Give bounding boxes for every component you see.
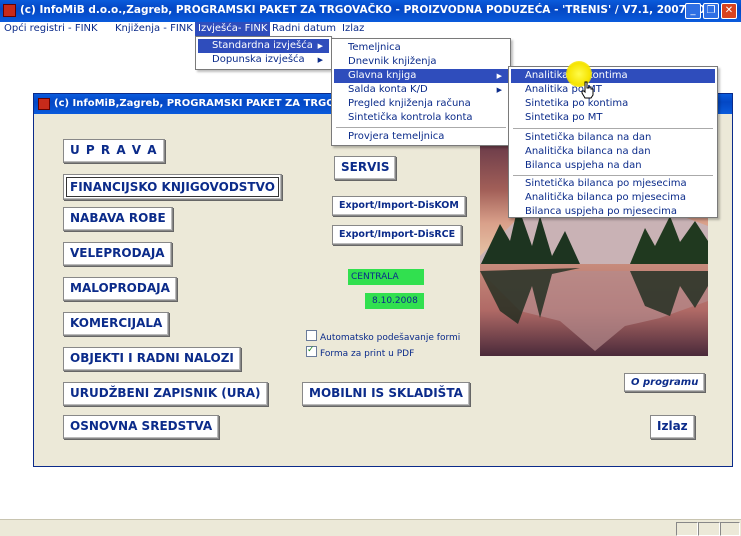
menu-separator [336, 127, 506, 128]
hand-cursor-icon [581, 81, 594, 99]
menuitem-bilanca-uspjeha-na-dan[interactable]: Bilanca uspjeha na dan [511, 159, 715, 173]
forma-pdf-label: Forma za print u PDF [320, 349, 415, 359]
menuitem-salda-konta[interactable]: Salda konta K/D ▶ [334, 83, 508, 97]
menuitem-label: Salda konta K/D [348, 84, 428, 95]
restore-icon[interactable]: ❐ [703, 3, 719, 19]
export-import-disrce-button[interactable]: Export/Import-DisRCE [332, 225, 463, 245]
datum-field: 8.10.2008 [365, 293, 424, 309]
menu-separator [513, 175, 713, 176]
uprava-button[interactable]: U P R A V A [63, 139, 165, 163]
centrala-field: CENTRALA [348, 269, 424, 285]
financijsko-knjigovodstvo-button[interactable]: FINANCIJSKO KNJIGOVODSTVO [63, 174, 282, 200]
app-icon [3, 4, 16, 17]
menuitem-sintetika-po-kontima[interactable]: Sintetika po kontima [511, 97, 715, 111]
forma-pdf-checkbox[interactable]: Forma za print u PDF [306, 344, 415, 360]
menuitem-sintetika-po-mt[interactable]: Sintetika po MT [511, 111, 715, 125]
izlaz-button[interactable]: Izlaz [650, 415, 695, 439]
menu-glavna-knjiga-dropdown: Analitika po kontima Analitika po MT Sin… [508, 66, 718, 218]
menu-izvjesca-dropdown: Standardna izvješća ▶ Dopunska izvješća ▶ [195, 36, 332, 70]
menuitem-temeljnica[interactable]: Temeljnica [334, 41, 508, 55]
checkbox-box-checked[interactable] [306, 344, 317, 357]
menu-separator [513, 128, 713, 129]
menuitem-dnevnik-knjizenja[interactable]: Dnevnik knjiženja [334, 55, 508, 69]
maloprodaja-button[interactable]: MALOPRODAJA [63, 277, 177, 301]
auto-podesavanje-checkbox[interactable]: Automatsko podešavanje formi [306, 330, 460, 344]
urudzbeni-zapisnik-button[interactable]: URUDŽBENI ZAPISNIK (URA) [63, 382, 268, 406]
menu-knjizenja[interactable]: Knjiženja - FINK [112, 22, 196, 36]
menuitem-pregled-knjizenja-racuna[interactable]: Pregled knjiženja računa [334, 97, 508, 111]
menu-opci-registri[interactable]: Opći registri - FINK [1, 22, 101, 36]
submenu-arrow-icon: ▶ [317, 42, 323, 50]
menuitem-provjera-temeljnica[interactable]: Provjera temeljnica [334, 130, 508, 144]
menubar: Opći registri - FINK Knjiženja - FINK Iz… [0, 22, 741, 36]
menu-izlaz[interactable]: Izlaz [339, 22, 367, 36]
status-panel [676, 522, 698, 536]
menuitem-sinteticka-kontrola-konta[interactable]: Sintetička kontrola konta [334, 111, 508, 125]
menuitem-analiticka-bilanca-po-mjesecima[interactable]: Analitička bilanca po mjesecima [511, 191, 715, 205]
menu-izvjesca[interactable]: Izvješća- FINK [195, 22, 271, 36]
export-import-diskom-button[interactable]: Export/Import-DisKOM [332, 196, 466, 216]
nabava-robe-button[interactable]: NABAVA ROBE [63, 207, 173, 231]
menuitem-label: Glavna knjiga [348, 70, 417, 81]
menuitem-label: Standardna izvješća [212, 40, 313, 51]
statusbar [0, 519, 741, 536]
mobilni-is-skladista-button[interactable]: MOBILNI IS SKLADIŠTA [302, 382, 470, 406]
menu-radni-datum[interactable]: Radni datum [269, 22, 339, 36]
main-window-titlebar[interactable]: (c) InfoMiB d.o.o.,Zagreb, PROGRAMSKI PA… [0, 0, 741, 22]
veleprodaja-button[interactable]: VELEPRODAJA [63, 242, 172, 266]
auto-podesavanje-label: Automatsko podešavanje formi [320, 333, 461, 343]
app-icon [38, 98, 50, 110]
komercijala-button[interactable]: KOMERCIJALA [63, 312, 170, 336]
menuitem-analitika-po-mt[interactable]: Analitika po MT [511, 83, 715, 97]
submenu-arrow-icon: ▶ [317, 56, 323, 64]
status-panel [720, 522, 740, 536]
servis-button[interactable]: SERVIS [334, 156, 397, 180]
menuitem-sinteticka-bilanca-na-dan[interactable]: Sintetička bilanca na dan [511, 131, 715, 145]
submenu-arrow-icon: ▶ [496, 72, 502, 80]
objekti-radni-nalozi-button[interactable]: OBJEKTI I RADNI NALOZI [63, 347, 241, 371]
checkbox-box[interactable] [306, 330, 317, 341]
submenu-arrow-icon: ▶ [496, 86, 502, 94]
menuitem-glavna-knjiga[interactable]: Glavna knjiga ▶ [334, 69, 508, 83]
menuitem-dopunska-izvjesca[interactable]: Dopunska izvješća ▶ [198, 53, 329, 67]
status-panel [698, 522, 720, 536]
minimize-icon[interactable]: _ [685, 3, 701, 19]
menuitem-standardna-izvjesca[interactable]: Standardna izvješća ▶ [198, 39, 329, 53]
close-icon[interactable]: ✕ [721, 3, 737, 19]
menuitem-analitika-po-kontima[interactable]: Analitika po kontima [511, 69, 715, 83]
menuitem-bilanca-uspjeha-po-mjesecima[interactable]: Bilanca uspjeha po mjesecima [511, 205, 715, 219]
menu-standardna-dropdown: Temeljnica Dnevnik knjiženja Glavna knji… [331, 38, 511, 146]
o-programu-button[interactable]: O programu [624, 373, 706, 392]
osnovna-sredstva-button[interactable]: OSNOVNA SREDSTVA [63, 415, 220, 439]
main-window-title: (c) InfoMiB d.o.o.,Zagreb, PROGRAMSKI PA… [20, 4, 719, 16]
menuitem-analiticka-bilanca-na-dan[interactable]: Analitička bilanca na dan [511, 145, 715, 159]
menuitem-label: Dopunska izvješća [212, 54, 305, 65]
menuitem-sinteticka-bilanca-po-mjesecima[interactable]: Sintetička bilanca po mjesecima [511, 177, 715, 191]
